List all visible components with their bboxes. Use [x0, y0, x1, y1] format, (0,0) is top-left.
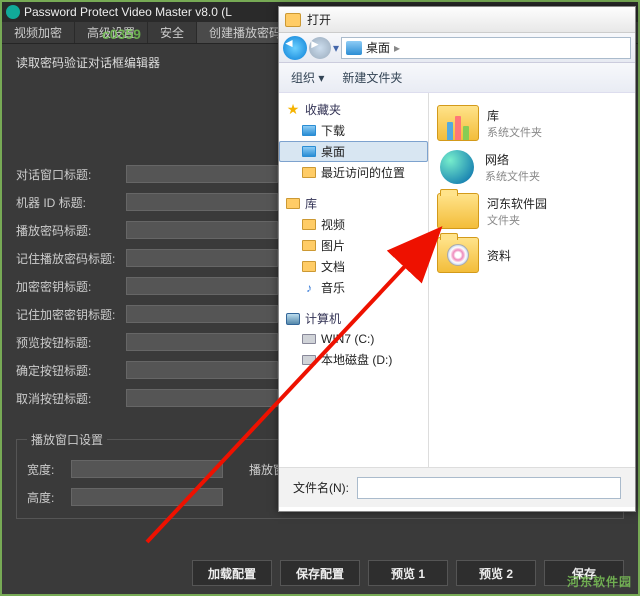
tab-security[interactable]: 安全	[148, 22, 197, 43]
input-machine-id[interactable]	[126, 193, 278, 211]
tree-favorites[interactable]: ★收藏夹	[279, 99, 428, 120]
network-icon	[437, 149, 477, 185]
input-enc-key[interactable]	[126, 277, 278, 295]
folder-icon	[285, 13, 301, 27]
document-icon	[302, 261, 316, 272]
label-play-pw: 播放密码标题:	[16, 222, 126, 239]
filename-input[interactable]	[357, 477, 621, 499]
label-machine-id: 机器 ID 标题:	[16, 194, 126, 211]
star-icon: ★	[285, 102, 301, 118]
dialog-body: ★收藏夹 下载 桌面 最近访问的位置 库 视频 图片 文档 ♪音乐 计算机 WI…	[279, 93, 635, 467]
desktop-icon	[346, 41, 362, 55]
computer-icon	[286, 313, 300, 325]
filename-label: 文件名(N):	[293, 479, 349, 496]
tree-drive-c[interactable]: WIN7 (C:)	[279, 329, 428, 349]
tree-computer[interactable]: 计算机	[279, 308, 428, 329]
file-hedong[interactable]: 河东软件园文件夹	[435, 189, 629, 233]
up-chevron-icon[interactable]: ▾	[333, 41, 339, 55]
tree-downloads[interactable]: 下载	[279, 120, 428, 141]
save-config-button[interactable]: 保存配置	[280, 560, 360, 586]
tree-libraries[interactable]: 库	[279, 193, 428, 214]
label-height: 高度:	[27, 489, 71, 506]
label-cancel-btn: 取消按钮标题:	[16, 390, 126, 407]
breadcrumb[interactable]: 桌面 ▸	[341, 37, 631, 59]
new-folder-button[interactable]: 新建文件夹	[342, 69, 402, 86]
group-legend: 播放窗口设置	[27, 431, 107, 448]
tab-encrypt[interactable]: 视频加密	[2, 22, 75, 43]
desktop-icon	[302, 146, 316, 157]
label-preview-btn: 预览按钮标题:	[16, 334, 126, 351]
load-config-button[interactable]: 加载配置	[192, 560, 272, 586]
dialog-title: 打开	[307, 11, 331, 28]
input-cancel-btn[interactable]	[126, 389, 278, 407]
dialog-footer: 文件名(N):	[279, 467, 635, 507]
breadcrumb-label: 桌面	[366, 39, 390, 56]
organize-menu[interactable]: 组织 ▾	[291, 69, 324, 86]
watermark-code: c0359	[102, 26, 141, 42]
file-list: 库系统文件夹 网络系统文件夹 河东软件园文件夹 资料	[429, 93, 635, 467]
forward-button[interactable]: ►	[309, 37, 331, 59]
library-icon	[286, 198, 300, 209]
tree-music[interactable]: ♪音乐	[279, 277, 428, 298]
input-ok-btn[interactable]	[126, 361, 278, 379]
tree-documents[interactable]: 文档	[279, 256, 428, 277]
input-dialog-title[interactable]	[126, 165, 278, 183]
file-libraries[interactable]: 库系统文件夹	[435, 101, 629, 145]
download-icon	[302, 125, 316, 136]
dialog-titlebar: 打开	[279, 7, 635, 33]
folder-icon	[437, 193, 479, 229]
label-dialog-title: 对话窗口标题:	[16, 166, 126, 183]
app-title: Password Protect Video Master v8.0 (L	[24, 5, 232, 19]
input-play-pw[interactable]	[126, 221, 278, 239]
watermark-site: 河东软件园	[567, 573, 632, 590]
input-remember-pw[interactable]	[126, 249, 278, 267]
picture-icon	[302, 240, 316, 251]
back-button[interactable]: ◄	[283, 36, 307, 60]
tree-desktop[interactable]: 桌面	[279, 141, 428, 162]
tree-pictures[interactable]: 图片	[279, 235, 428, 256]
dialog-navbar: ◄ ► ▾ 桌面 ▸	[279, 33, 635, 63]
preview1-button[interactable]: 预览 1	[368, 560, 448, 586]
label-width: 宽度:	[27, 461, 71, 478]
file-network[interactable]: 网络系统文件夹	[435, 145, 629, 189]
tree-drive-d[interactable]: 本地磁盘 (D:)	[279, 349, 428, 370]
tree-videos[interactable]: 视频	[279, 214, 428, 235]
bottom-toolbar: 加载配置 保存配置 预览 1 预览 2 保存	[2, 560, 638, 586]
preview2-button[interactable]: 预览 2	[456, 560, 536, 586]
input-preview-btn[interactable]	[126, 333, 278, 351]
recent-icon	[302, 167, 316, 178]
open-dialog: 打开 ◄ ► ▾ 桌面 ▸ 组织 ▾ 新建文件夹 ★收藏夹 下载 桌面 最近访问…	[278, 6, 636, 512]
dialog-toolbar: 组织 ▾ 新建文件夹	[279, 63, 635, 93]
library-icon	[437, 105, 479, 141]
tree-recent[interactable]: 最近访问的位置	[279, 162, 428, 183]
label-remember-key: 记住加密密钥标题:	[16, 306, 126, 323]
label-ok-btn: 确定按钮标题:	[16, 362, 126, 379]
video-icon	[302, 219, 316, 230]
input-height[interactable]	[71, 488, 223, 506]
music-icon: ♪	[301, 280, 317, 296]
folder-icon	[437, 237, 479, 273]
label-enc-key: 加密密钥标题:	[16, 278, 126, 295]
input-width[interactable]	[71, 460, 223, 478]
nav-tree: ★收藏夹 下载 桌面 最近访问的位置 库 视频 图片 文档 ♪音乐 计算机 WI…	[279, 93, 429, 467]
input-remember-key[interactable]	[126, 305, 278, 323]
label-remember-pw: 记住播放密码标题:	[16, 250, 126, 267]
drive-icon	[302, 334, 316, 344]
file-data[interactable]: 资料	[435, 233, 629, 277]
chevron-right-icon: ▸	[394, 41, 400, 55]
drive-icon	[302, 355, 316, 365]
